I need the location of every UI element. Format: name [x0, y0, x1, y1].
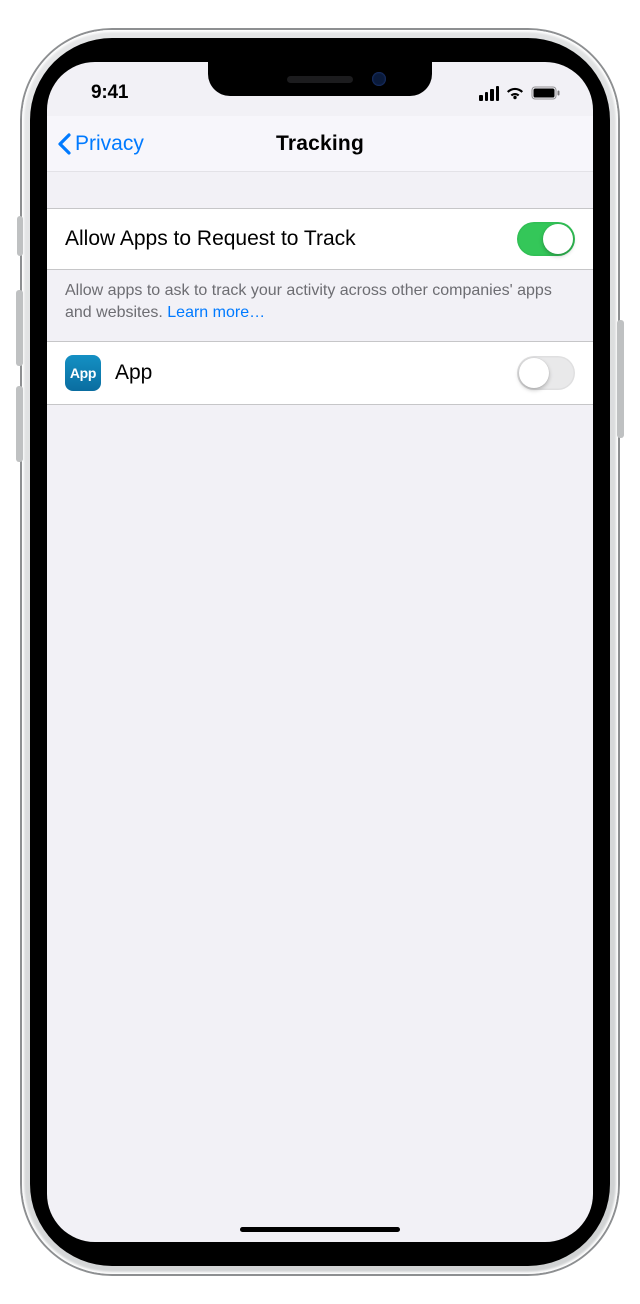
- wifi-icon: [505, 86, 525, 101]
- app-tracking-cell: App App: [47, 341, 593, 405]
- app-tracking-toggle[interactable]: [517, 356, 575, 390]
- app-name-label: App: [115, 361, 152, 385]
- status-time: 9:41: [75, 74, 128, 104]
- power-button: [617, 320, 624, 438]
- allow-tracking-footer: Allow apps to ask to track your activity…: [47, 270, 593, 341]
- home-indicator[interactable]: [240, 1227, 400, 1232]
- cellular-signal-icon: [479, 86, 499, 101]
- allow-tracking-label: Allow Apps to Request to Track: [65, 227, 356, 251]
- notch: [208, 62, 432, 96]
- volume-up-button: [16, 290, 23, 366]
- status-icons: [479, 78, 565, 101]
- silence-switch: [17, 216, 23, 256]
- app-list: App App: [47, 341, 593, 405]
- screen: 9:41 Privacy Tracking: [47, 62, 593, 1242]
- footer-text: Allow apps to ask to track your activity…: [65, 282, 552, 321]
- nav-bar: Privacy Tracking: [47, 116, 593, 172]
- app-icon: App: [65, 355, 101, 391]
- back-label: Privacy: [75, 132, 144, 156]
- learn-more-link[interactable]: Learn more…: [167, 304, 265, 321]
- page-title: Tracking: [276, 132, 364, 156]
- chevron-left-icon: [57, 133, 71, 155]
- battery-icon: [531, 86, 561, 100]
- speaker-grille: [287, 76, 353, 83]
- volume-down-button: [16, 386, 23, 462]
- phone-frame: 9:41 Privacy Tracking: [22, 30, 618, 1274]
- front-camera: [372, 72, 386, 86]
- back-button[interactable]: Privacy: [57, 116, 144, 171]
- allow-tracking-toggle[interactable]: [517, 222, 575, 256]
- settings-content: Allow Apps to Request to Track Allow app…: [47, 172, 593, 405]
- allow-tracking-cell: Allow Apps to Request to Track: [47, 208, 593, 270]
